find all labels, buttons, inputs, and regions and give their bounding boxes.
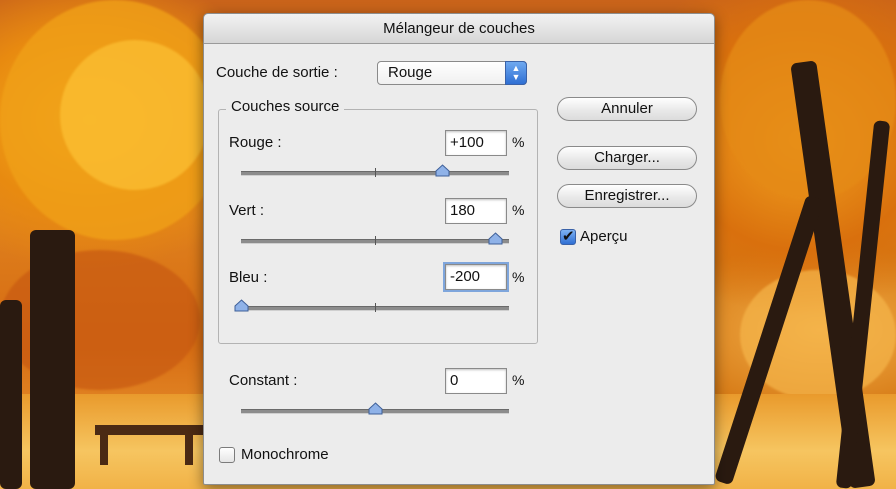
source-green-input[interactable]: 180 — [445, 198, 507, 224]
constant-unit: % — [512, 372, 525, 388]
slider-center-tick — [375, 236, 376, 245]
source-red-unit: % — [512, 134, 525, 150]
output-channel-label: Couche de sortie : — [216, 64, 338, 81]
source-green-unit: % — [512, 202, 525, 218]
slider-center-tick — [375, 168, 376, 177]
dialog-title: Mélangeur de couches — [204, 14, 714, 44]
channel-mixer-dialog: Mélangeur de couches Couche de sortie : … — [203, 13, 715, 485]
source-blue-label: Bleu : — [229, 269, 268, 286]
output-channel-value: Rouge — [388, 64, 433, 81]
cancel-button[interactable]: Annuler — [557, 97, 697, 121]
save-button[interactable]: Enregistrer... — [557, 184, 697, 208]
source-green-slider-handle[interactable] — [488, 232, 503, 245]
constant-slider-handle[interactable] — [368, 402, 383, 415]
output-channel-select[interactable]: Rouge ▲ ▼ — [377, 61, 527, 85]
source-green-label: Vert : — [229, 202, 265, 219]
source-red-label: Rouge : — [229, 134, 282, 151]
preview-label[interactable]: Aperçu — [580, 228, 628, 245]
source-red-input[interactable]: +100 — [445, 130, 507, 156]
slider-center-tick — [375, 303, 376, 312]
select-arrows-icon: ▲ ▼ — [505, 61, 527, 85]
load-button[interactable]: Charger... — [557, 146, 697, 170]
source-blue-input[interactable]: -200 — [443, 262, 509, 292]
monochrome-label[interactable]: Monochrome — [241, 446, 329, 463]
constant-label: Constant : — [229, 372, 298, 389]
monochrome-checkbox[interactable] — [219, 447, 235, 463]
source-blue-unit: % — [512, 269, 525, 285]
source-red-slider-handle[interactable] — [435, 164, 450, 177]
source-blue-slider-handle[interactable] — [234, 299, 249, 312]
source-channels-title: Couches source — [226, 98, 345, 115]
constant-input[interactable]: 0 — [445, 368, 507, 394]
preview-checkbox[interactable] — [560, 227, 576, 245]
